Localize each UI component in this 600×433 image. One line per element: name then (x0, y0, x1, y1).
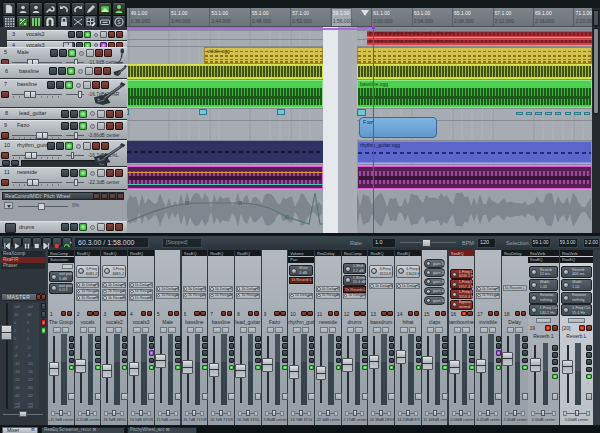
svg-text:$: $ (117, 19, 121, 25)
